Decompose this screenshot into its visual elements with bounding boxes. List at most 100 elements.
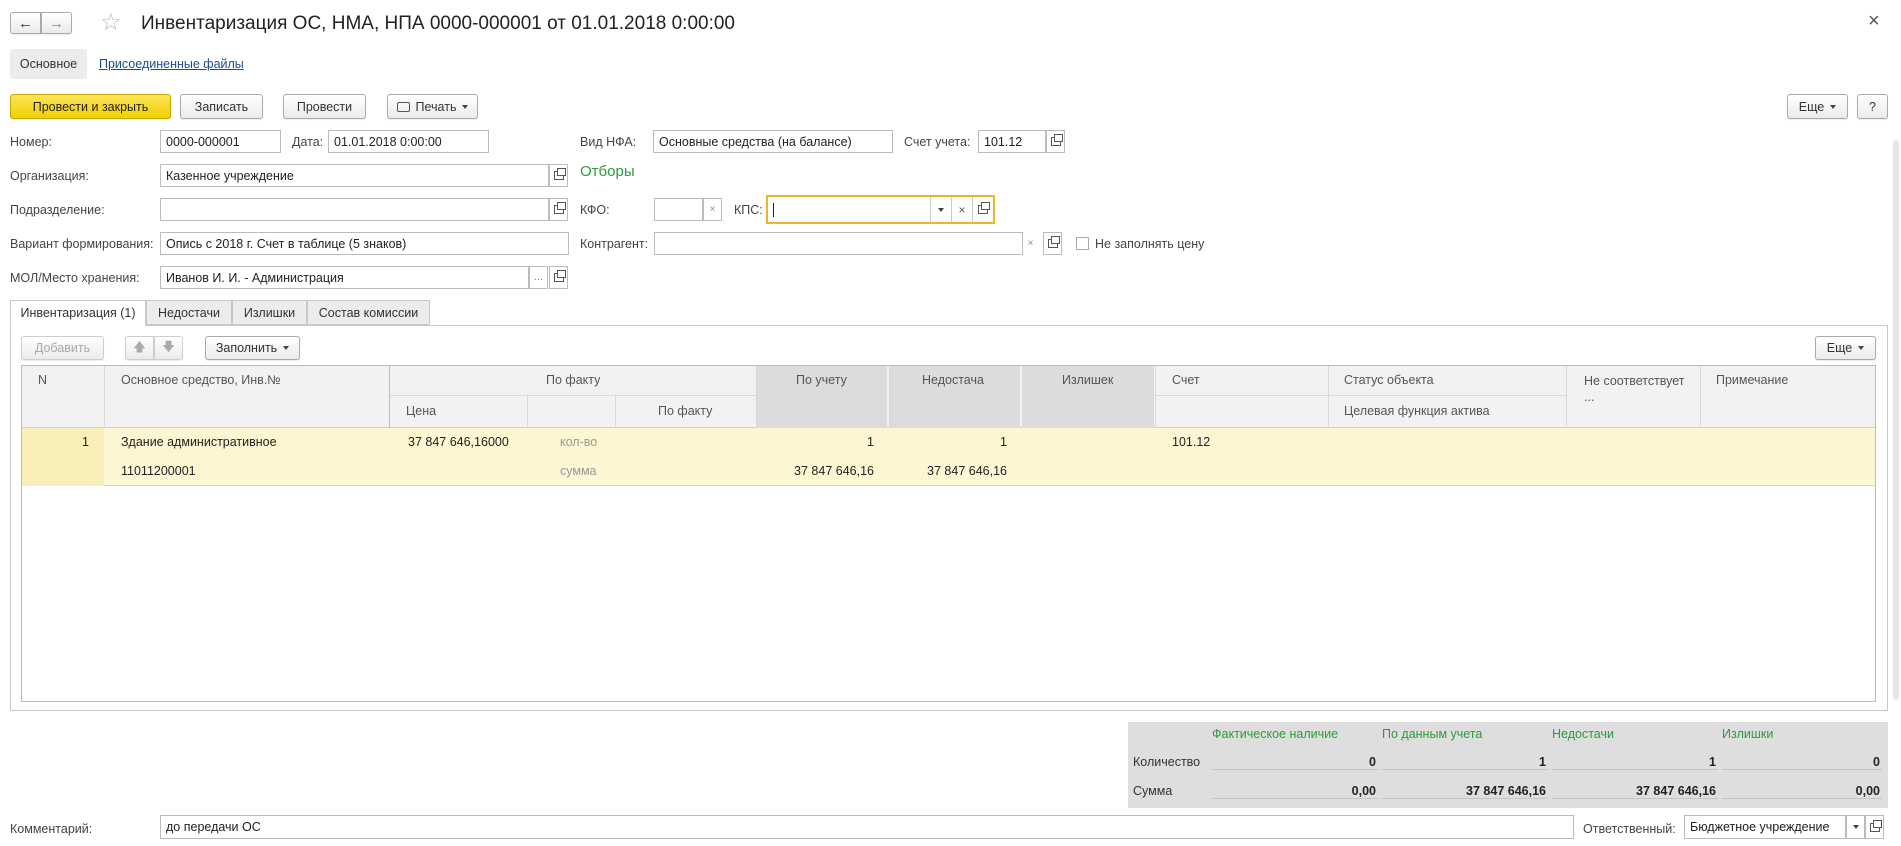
summary-header-surpluses: Излишки — [1722, 727, 1774, 741]
chevron-down-icon — [462, 104, 469, 109]
kps-open-button[interactable] — [972, 197, 993, 222]
section-files-link[interactable]: Присоединенные файлы — [99, 57, 244, 71]
open-icon — [1050, 134, 1063, 146]
chevron-down-icon — [283, 346, 290, 350]
move-down-button[interactable]: 🡇 — [154, 336, 183, 360]
tab-commission[interactable]: Состав комиссии — [307, 300, 430, 325]
account-field[interactable]: 101.12 — [978, 130, 1046, 153]
mol-open-button[interactable] — [549, 266, 568, 289]
nfa-field[interactable]: Основные средства (на балансе) — [653, 130, 893, 153]
kps-dropdown-button[interactable] — [930, 197, 951, 222]
summary-sum-actual: 0,00 — [1351, 784, 1376, 798]
kfo-label: КФО: — [580, 203, 610, 217]
header-by-account[interactable]: По учету — [796, 373, 847, 387]
counterparty-clear-button[interactable]: × — [1021, 232, 1040, 255]
header-asset[interactable]: Основное средство, Инв.№ — [121, 373, 281, 387]
save-button[interactable]: Записать — [180, 94, 263, 119]
tab-inventory[interactable]: Инвентаризация (1) — [10, 300, 146, 326]
close-icon[interactable]: × — [1868, 10, 1880, 33]
section-main[interactable]: Основное — [10, 49, 87, 79]
row-asset-name: Здание административное — [121, 435, 277, 449]
arrow-down-icon: 🡇 — [162, 339, 175, 354]
more-button[interactable]: Еще — [1787, 94, 1848, 119]
responsible-field[interactable]: Бюджетное учреждение — [1684, 815, 1846, 839]
summary-divider — [1382, 798, 1548, 799]
header-note[interactable]: Примечание — [1716, 373, 1788, 387]
summary-divider — [1722, 798, 1882, 799]
header-shortage[interactable]: Недостача — [922, 373, 984, 387]
row-by-account-qty: 1 — [867, 435, 874, 449]
back-button[interactable]: ← — [10, 12, 41, 34]
counterparty-open-button[interactable] — [1043, 232, 1062, 255]
header-subdivider — [390, 395, 756, 396]
kps-field[interactable]: × — [766, 195, 995, 224]
variant-field[interactable]: Опись с 2018 г. Счет в таблице (5 знаков… — [160, 232, 569, 255]
date-field[interactable]: 01.01.2018 0:00:00 — [328, 130, 489, 153]
scrollbar[interactable] — [1893, 140, 1899, 700]
account-open-button[interactable] — [1046, 130, 1065, 153]
header-target[interactable]: Целевая функция актива — [1344, 404, 1490, 418]
tab-surpluses[interactable]: Излишки — [232, 300, 307, 325]
help-button[interactable]: ? — [1857, 94, 1888, 119]
summary-divider — [1552, 769, 1718, 770]
row-shortage-sum: 37 847 646,16 — [927, 464, 1007, 478]
summary-qty-label: Количество — [1133, 755, 1201, 769]
summary-qty-shortages: 1 — [1709, 755, 1716, 769]
org-field[interactable]: Казенное учреждение — [160, 164, 549, 187]
open-icon — [1047, 236, 1060, 248]
row-n: 1 — [82, 435, 89, 449]
move-up-button[interactable]: 🡅 — [125, 336, 154, 360]
header-mismatch[interactable]: Не соответствует ... — [1584, 373, 1694, 405]
dept-field[interactable] — [160, 198, 549, 221]
post-button[interactable]: Провести — [283, 94, 366, 119]
responsible-label: Ответственный: — [1583, 822, 1676, 836]
summary-divider — [1382, 769, 1548, 770]
header-by-fact-sub[interactable]: По факту — [658, 404, 712, 418]
chevron-down-icon — [1830, 104, 1837, 109]
table-more-button[interactable]: Еще — [1815, 336, 1876, 360]
summary-divider — [1212, 798, 1378, 799]
tab-shortages[interactable]: Недостачи — [146, 300, 232, 325]
kps-clear-button[interactable]: × — [951, 197, 972, 222]
summary-sum-surpluses: 0,00 — [1855, 784, 1880, 798]
header-surplus[interactable]: Излишек — [1062, 373, 1113, 387]
print-button[interactable]: Печать — [387, 94, 478, 119]
header-by-fact[interactable]: По факту — [546, 373, 600, 387]
org-open-button[interactable] — [549, 164, 568, 187]
open-icon — [553, 168, 566, 180]
row-n-cell — [22, 428, 104, 486]
kfo-field[interactable] — [654, 198, 703, 221]
org-label: Организация: — [10, 169, 89, 183]
no-fill-price-checkbox[interactable] — [1076, 237, 1089, 250]
star-icon[interactable]: ☆ — [100, 10, 122, 36]
open-icon — [553, 270, 566, 282]
responsible-open-button[interactable] — [1865, 815, 1884, 839]
mol-field[interactable]: Иванов И. И. - Администрация — [160, 266, 529, 289]
header-status[interactable]: Статус объекта — [1344, 373, 1434, 387]
counterparty-field[interactable] — [654, 232, 1023, 255]
summary-qty-actual: 0 — [1369, 755, 1376, 769]
fill-button[interactable]: Заполнить — [205, 336, 300, 360]
post-and-close-button[interactable]: Провести и закрыть — [10, 94, 171, 119]
kfo-clear-button[interactable]: × — [703, 198, 722, 221]
number-field[interactable]: 0000-000001 — [160, 130, 281, 153]
forward-button[interactable]: → — [41, 12, 72, 34]
header-n[interactable]: N — [38, 373, 47, 387]
row-account: 101.12 — [1172, 435, 1211, 449]
dept-open-button[interactable] — [549, 198, 568, 221]
row-inv-no: 11011200001 — [121, 464, 196, 478]
header-account[interactable]: Счет — [1172, 373, 1200, 387]
comment-field[interactable]: до передачи ОС — [160, 815, 1574, 839]
summary-sum-accounting: 37 847 646,16 — [1466, 784, 1546, 798]
chevron-down-icon — [938, 207, 944, 212]
mol-select-button[interactable]: … — [529, 266, 548, 289]
add-button[interactable]: Добавить — [21, 336, 104, 360]
date-label: Дата: — [292, 135, 324, 149]
table-row[interactable]: 1 Здание административное 11011200001 37… — [22, 428, 1875, 486]
header-price[interactable]: Цена — [406, 404, 436, 418]
variant-label: Вариант формирования: — [10, 237, 154, 251]
filters-title: Отборы — [580, 163, 635, 180]
arrow-left-icon: ← — [18, 14, 33, 32]
responsible-dropdown-button[interactable] — [1846, 815, 1865, 839]
number-label: Номер: — [10, 135, 52, 149]
